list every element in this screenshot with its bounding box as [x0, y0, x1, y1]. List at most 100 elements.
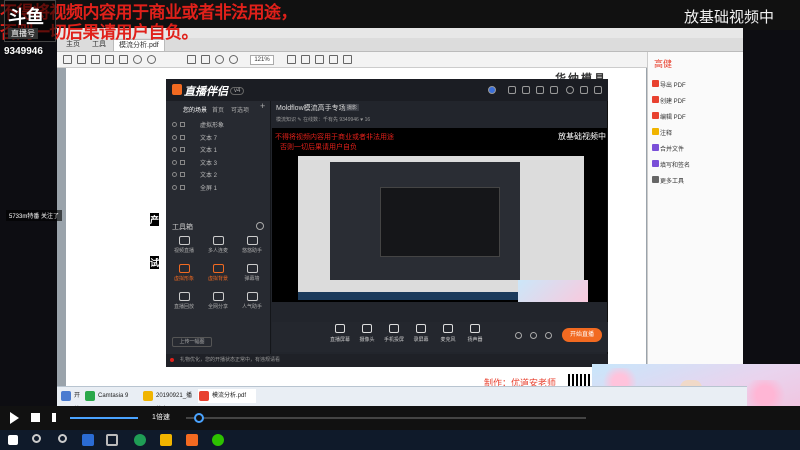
volume-fill — [70, 417, 138, 419]
user-avatar-icon[interactable] — [488, 86, 496, 94]
tool-item[interactable]: 视频直播 — [170, 236, 198, 260]
toolbox-more-icon[interactable] — [256, 222, 264, 230]
app-icon-n[interactable] — [106, 434, 118, 446]
captured-taskbar-item[interactable]: 模流分析.pdf — [198, 389, 256, 403]
message-icon[interactable] — [522, 86, 530, 94]
comment-icon[interactable] — [315, 55, 324, 64]
tool-item[interactable]: 虚拟背景 — [204, 264, 232, 288]
scroll-mode-icon[interactable] — [301, 55, 310, 64]
control-button[interactable]: 录屏幕 — [409, 324, 433, 343]
sidebar-tool-item[interactable]: 创建 PDF — [660, 96, 686, 105]
sidebar-search-label[interactable]: 高健 — [654, 57, 672, 70]
search-icon[interactable] — [32, 434, 41, 443]
wechat-icon[interactable] — [212, 434, 224, 446]
minimize-icon[interactable] — [580, 86, 588, 94]
nested-anime-overlay — [518, 280, 588, 302]
settings-icon[interactable] — [530, 332, 537, 339]
effects-icon[interactable] — [515, 332, 522, 339]
highlight-icon[interactable] — [329, 55, 338, 64]
tool-item[interactable]: 弹幕墙 — [238, 264, 266, 288]
sidebar-tool-item[interactable]: 更多工具 — [660, 176, 684, 185]
sidebar-tool-item[interactable]: 填写和签名 — [660, 160, 690, 169]
sidebar-tool-item[interactable]: 编辑 PDF — [660, 112, 686, 121]
hand-tool-icon[interactable] — [201, 55, 210, 64]
captured-taskbar-item[interactable]: 20190921_播放台 — [142, 389, 196, 413]
download-icon[interactable] — [119, 55, 128, 64]
save-icon[interactable] — [63, 55, 72, 64]
gift-icon[interactable] — [508, 86, 516, 94]
menu-icon[interactable] — [550, 86, 558, 94]
browser-icon[interactable] — [134, 434, 146, 446]
lock-icon[interactable] — [180, 159, 185, 165]
tool-item[interactable]: 多人连麦 — [204, 236, 232, 260]
control-button[interactable]: 手机投屏 — [382, 324, 406, 343]
eye-icon[interactable] — [172, 184, 177, 190]
captured-taskbar-item[interactable]: 开始 — [60, 389, 82, 413]
cortana-icon[interactable] — [58, 434, 67, 443]
eye-icon[interactable] — [172, 172, 177, 177]
page-down-icon[interactable] — [147, 55, 156, 64]
captured-taskbar-item[interactable]: Camtasia 9 — [84, 389, 138, 403]
source-tab-options[interactable]: 可选项 — [231, 105, 249, 114]
source-row[interactable]: 虚拟形象 — [172, 120, 268, 130]
upload-image-button[interactable]: 上传一幅图 — [172, 337, 212, 347]
fit-page-icon[interactable] — [287, 55, 296, 64]
eye-icon[interactable] — [172, 159, 177, 165]
volume-icon[interactable] — [52, 413, 62, 422]
lock-icon[interactable] — [180, 122, 185, 127]
source-label: 虚拟形象 — [200, 123, 225, 129]
source-tab-scenes[interactable]: 您的场景 — [183, 105, 207, 114]
sign-icon[interactable] — [343, 55, 352, 64]
windows-start-icon[interactable] — [8, 435, 18, 445]
lock-icon[interactable] — [180, 147, 185, 152]
tool-item[interactable]: 直播回放 — [170, 292, 198, 316]
add-source-icon[interactable]: + — [260, 101, 265, 111]
seek-handle[interactable] — [194, 413, 204, 423]
search-icon[interactable] — [91, 55, 100, 64]
tool-item[interactable]: 全网分享 — [204, 292, 232, 316]
source-row[interactable]: 文本 7 — [172, 133, 268, 143]
lock-icon[interactable] — [180, 134, 185, 140]
stream-category[interactable]: 摄影 — [345, 104, 360, 111]
eye-icon[interactable] — [172, 147, 177, 152]
tool-item[interactable]: 人气助手 — [238, 292, 266, 316]
print-icon[interactable] — [77, 55, 86, 64]
select-cursor-icon[interactable] — [187, 55, 196, 64]
sidebar-tool-item[interactable]: 注释 — [660, 128, 672, 137]
start-live-button[interactable]: 开始直播 — [562, 328, 602, 342]
control-button[interactable]: 摄像头 — [355, 324, 379, 343]
control-button[interactable]: 麦克风 — [436, 324, 460, 343]
zoom-select[interactable]: 121% — [250, 55, 274, 65]
tool-item[interactable]: 悠悠助手 — [238, 236, 266, 260]
streaming-app-taskbar-icon[interactable] — [186, 434, 198, 446]
eye-icon[interactable] — [172, 122, 177, 127]
playback-speed[interactable]: 1倍速 — [152, 412, 170, 422]
close-icon[interactable] — [594, 86, 602, 94]
stop-icon[interactable] — [31, 413, 40, 422]
lock-icon[interactable] — [180, 184, 185, 190]
lock-icon[interactable] — [180, 172, 185, 177]
task-view-icon[interactable] — [82, 434, 94, 446]
upload-icon[interactable] — [105, 55, 114, 64]
control-button[interactable]: 扬声器 — [463, 324, 487, 343]
control-button[interactable]: 直播屏幕 — [328, 324, 352, 343]
zoom-out-icon[interactable] — [215, 55, 224, 64]
gear-icon[interactable] — [545, 332, 552, 339]
zoom-in-icon[interactable] — [229, 55, 238, 64]
source-row[interactable]: 文本 1 — [172, 145, 268, 155]
seek-bar[interactable] — [186, 417, 586, 419]
sidebar-tool-item[interactable]: 导出 PDF — [660, 80, 686, 89]
tool-item[interactable]: 虚拟形象 — [170, 264, 198, 288]
page-up-icon[interactable] — [133, 55, 142, 64]
source-row[interactable]: 全屏 1 — [172, 183, 268, 193]
notification-icon[interactable] — [566, 86, 574, 94]
source-row[interactable]: 文本 2 — [172, 170, 268, 180]
app-version-badge: v4 — [230, 87, 245, 95]
source-tab-home[interactable]: 首页 — [212, 105, 224, 114]
source-row[interactable]: 文本 3 — [172, 158, 268, 168]
sidebar-tool-item[interactable]: 合并文件 — [660, 144, 684, 153]
eye-icon[interactable] — [172, 134, 177, 140]
share-icon[interactable] — [536, 86, 544, 94]
explorer-icon[interactable] — [160, 434, 172, 446]
play-icon[interactable] — [10, 412, 19, 424]
